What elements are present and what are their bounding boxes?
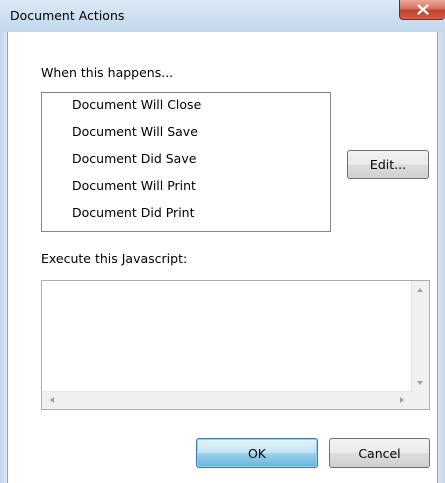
scroll-left-arrow-icon[interactable] [50, 397, 54, 403]
trigger-event-list[interactable]: Document Will Close Document Will Save D… [41, 92, 331, 232]
scrollbar-corner [412, 392, 429, 409]
list-item-document-did-save[interactable]: Document Did Save [72, 151, 196, 166]
close-icon [416, 4, 429, 15]
when-this-happens-label: When this happens... [41, 65, 174, 80]
cancel-button[interactable]: Cancel [329, 438, 430, 468]
title-bar[interactable]: Document Actions [0, 0, 445, 32]
document-actions-dialog: Document Actions When this happens... Do… [0, 0, 445, 483]
execute-javascript-label: Execute this Javascript: [41, 251, 188, 266]
window-frame-right [438, 32, 445, 483]
scroll-down-arrow-icon[interactable] [417, 381, 423, 385]
close-button[interactable] [399, 0, 445, 20]
edit-button[interactable]: Edit... [347, 150, 429, 179]
list-item-document-will-print[interactable]: Document Will Print [72, 178, 196, 193]
ok-button[interactable]: OK [196, 438, 318, 468]
window-frame-left [0, 32, 7, 483]
list-item-document-did-print[interactable]: Document Did Print [72, 205, 195, 220]
window-title: Document Actions [10, 8, 125, 23]
list-item-document-will-save[interactable]: Document Will Save [72, 124, 198, 139]
scroll-up-arrow-icon[interactable] [417, 288, 423, 292]
vertical-scrollbar[interactable] [411, 281, 429, 392]
list-item-document-will-close[interactable]: Document Will Close [72, 97, 201, 112]
horizontal-scrollbar[interactable] [42, 391, 412, 409]
javascript-textarea[interactable] [41, 280, 430, 410]
scroll-right-arrow-icon[interactable] [400, 397, 404, 403]
